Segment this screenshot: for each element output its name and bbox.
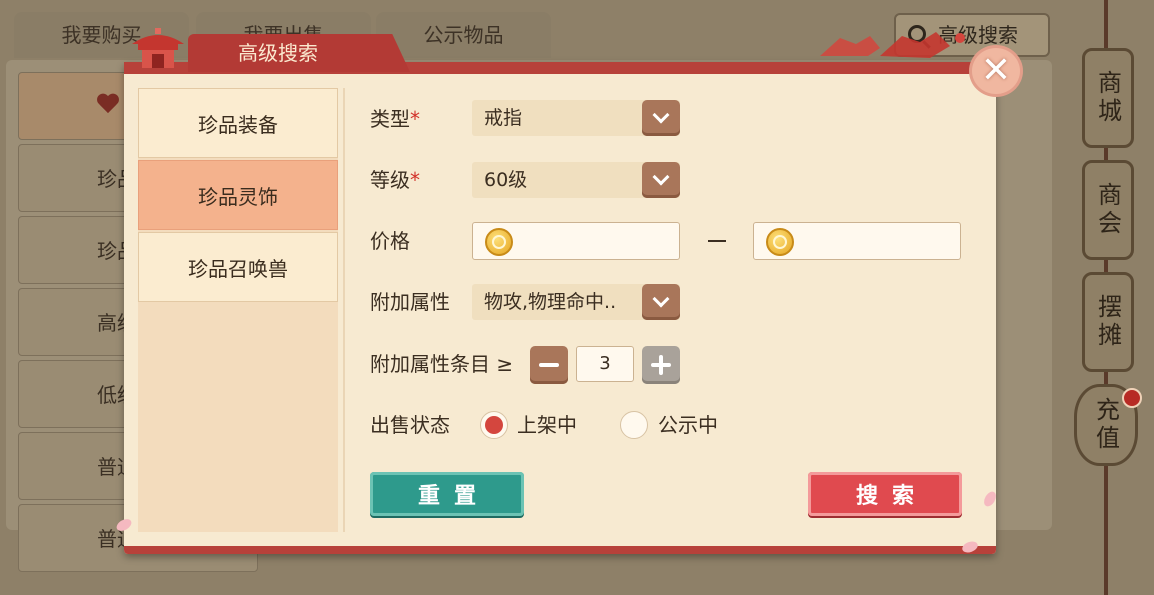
status-radio-public[interactable] [620, 411, 648, 439]
level-value: 60级 [484, 169, 528, 191]
category-treasure-equipment[interactable]: 珍品装备 [138, 88, 338, 158]
notification-dot [1122, 388, 1142, 408]
chevron-down-icon[interactable] [642, 284, 680, 320]
heart-icon [97, 94, 119, 114]
attr-label: 附加属性 [370, 290, 450, 314]
coin-icon [766, 228, 794, 256]
category-treasure-accessory[interactable]: 珍品灵饰 [138, 160, 338, 230]
status-label: 出售状态 [370, 413, 450, 437]
level-dropdown[interactable]: 60级 [472, 162, 680, 198]
price-label: 价格 [370, 229, 410, 253]
level-label: 等级* [370, 168, 420, 192]
decrement-button[interactable] [530, 346, 568, 384]
chevron-down-icon[interactable] [642, 162, 680, 198]
type-value: 戒指 [484, 107, 523, 129]
dialog-title: 高级搜索 [238, 41, 318, 65]
search-button[interactable]: 搜索 [808, 472, 962, 516]
horse-decoration-icon [820, 32, 965, 58]
price-max-input[interactable] [753, 222, 961, 260]
price-min-input[interactable] [472, 222, 680, 260]
attr-dropdown[interactable]: 物攻,物理命中.. [472, 284, 680, 320]
category-treasure-summon[interactable]: 珍品召唤兽 [138, 232, 338, 302]
price-separator [708, 240, 726, 242]
attr-count-value[interactable]: 3 [576, 346, 634, 382]
column-divider [343, 88, 345, 532]
status-option-public[interactable]: 公示中 [658, 410, 718, 440]
tab-public-items[interactable]: 公示物品 [376, 12, 551, 58]
type-label: 类型* [370, 107, 420, 131]
side-nav-mall[interactable]: 商城 [1082, 48, 1134, 148]
reset-button[interactable]: 重置 [370, 472, 524, 516]
status-option-listed[interactable]: 上架中 [517, 410, 577, 440]
coin-icon [485, 228, 513, 256]
increment-button[interactable] [642, 346, 680, 384]
minus-icon [539, 363, 559, 367]
pavilion-icon [132, 28, 184, 68]
dialog-bottom-border [124, 546, 996, 554]
side-nav-stall[interactable]: 摆摊 [1082, 272, 1134, 372]
chevron-down-icon[interactable] [642, 100, 680, 136]
attr-count-label: 附加属性条目 ≥ [370, 352, 514, 376]
close-icon: ✕ [980, 50, 1012, 91]
status-radio-listed[interactable] [480, 411, 508, 439]
side-nav-guild[interactable]: 商会 [1082, 160, 1134, 260]
attr-value: 物攻,物理命中.. [484, 291, 617, 313]
close-button[interactable]: ✕ [972, 48, 1020, 94]
type-dropdown[interactable]: 戒指 [472, 100, 680, 136]
category-column: 珍品装备 珍品灵饰 珍品召唤兽 [138, 88, 338, 532]
